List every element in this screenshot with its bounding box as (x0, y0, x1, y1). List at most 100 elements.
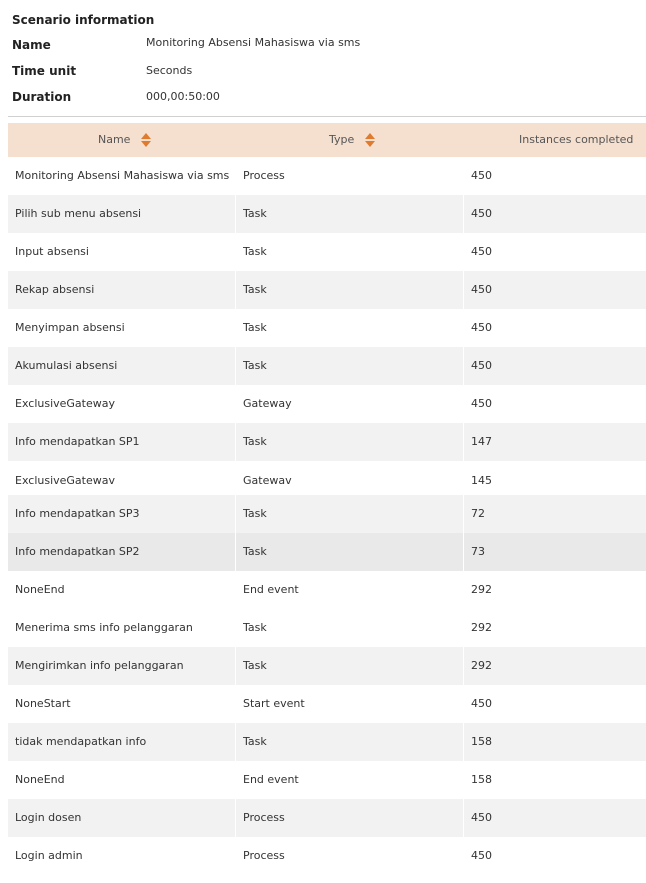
table-row[interactable]: ExclusiveGateway Gateway 450 (8, 385, 646, 423)
table-row[interactable]: NoneEnd End event 292 (8, 571, 646, 609)
sort-icon[interactable] (364, 132, 376, 148)
row-instances: 450 (471, 697, 492, 710)
table-row[interactable]: Info mendapatkan SP2 Task 73 (8, 533, 646, 571)
results-table-header: Name Type Instances completed (8, 123, 646, 181)
column-header-instances[interactable]: Instances completed (519, 123, 646, 181)
column-separator (235, 837, 236, 875)
table-row[interactable]: Rekap absensi Task 450 (8, 271, 646, 309)
column-header-name[interactable]: Name (98, 123, 152, 157)
table-row[interactable]: Info mendapatkan SP3 Task 72 (8, 495, 646, 533)
table-row[interactable]: Mengirimkan info pelanggaran Task 292 (8, 647, 646, 685)
table-row[interactable]: Info mendapatkan SP1 Task 147 (8, 423, 646, 461)
column-separator (463, 799, 464, 837)
scenario-information-title: Scenario information (12, 13, 155, 27)
row-instances: 145 (471, 474, 492, 487)
table-row[interactable]: Pilih sub menu absensi Task 450 (8, 195, 646, 233)
column-header-name-label: Name (98, 133, 131, 146)
row-instances: 158 (471, 773, 492, 786)
row-name: Login admin (15, 849, 83, 862)
row-instances: 450 (471, 849, 492, 862)
column-separator (235, 799, 236, 837)
table-row[interactable]: Menyimpan absensi Task 450 (8, 309, 646, 347)
table-row[interactable]: Akumulasi absensi Task 450 (8, 347, 646, 385)
column-separator (235, 533, 236, 571)
column-separator (463, 571, 464, 609)
row-name: Info mendapatkan SP2 (15, 545, 140, 558)
sort-icon[interactable] (140, 132, 152, 148)
table-row[interactable]: NoneStart Start event 450 (8, 685, 646, 723)
column-separator (463, 837, 464, 875)
row-name: NoneStart (15, 697, 71, 710)
row-name: ExclusiveGateway (15, 397, 115, 410)
row-type: Task (243, 507, 267, 520)
column-separator (463, 157, 464, 195)
row-instances: 73 (471, 545, 485, 558)
column-separator (235, 685, 236, 723)
column-separator (463, 423, 464, 461)
row-type: Task (243, 659, 267, 672)
column-separator (463, 271, 464, 309)
row-instances: 147 (471, 435, 492, 448)
row-instances: 450 (471, 397, 492, 410)
column-separator (463, 461, 464, 495)
column-separator (235, 461, 236, 495)
row-name: Info mendapatkan SP3 (15, 507, 140, 520)
table-row[interactable]: ExclusiveGatewav Gatewav 145 (8, 461, 646, 495)
row-name: NoneEnd (15, 773, 65, 786)
column-separator (235, 723, 236, 761)
row-type: Gatewav (243, 474, 292, 487)
row-type: Process (243, 811, 285, 824)
column-separator (235, 271, 236, 309)
table-row[interactable]: tidak mendapatkan info Task 158 (8, 723, 646, 761)
table-row[interactable]: Login dosen Process 450 (8, 799, 646, 837)
row-instances: 450 (471, 321, 492, 334)
row-instances: 450 (471, 359, 492, 372)
scenario-name-value: Monitoring Absensi Mahasiswa via sms (146, 36, 361, 49)
column-separator (463, 195, 464, 233)
row-instances: 450 (471, 207, 492, 220)
column-separator (235, 157, 236, 195)
scenario-time-unit-row: Time unit Seconds (0, 62, 646, 82)
column-separator (235, 385, 236, 423)
row-name: Menyimpan absensi (15, 321, 125, 334)
scenario-duration-label: Duration (12, 90, 72, 104)
row-type: Task (243, 207, 267, 220)
row-type: Task (243, 245, 267, 258)
scenario-time-unit-value: Seconds (146, 64, 193, 77)
column-separator (463, 385, 464, 423)
row-name: tidak mendapatkan info (15, 735, 147, 748)
scenario-time-unit-label: Time unit (12, 64, 77, 78)
column-separator (235, 423, 236, 461)
row-name: Monitoring Absensi Mahasiswa via sms (15, 169, 230, 182)
info-divider (8, 116, 646, 117)
column-separator (235, 609, 236, 647)
column-separator (463, 647, 464, 685)
column-separator (235, 647, 236, 685)
row-instances: 292 (471, 583, 492, 596)
row-name: Login dosen (15, 811, 82, 824)
table-row[interactable]: Menerima sms info pelanggaran Task 292 (8, 609, 646, 647)
column-separator (463, 609, 464, 647)
table-row[interactable]: Input absensi Task 450 (8, 233, 646, 271)
table-row[interactable]: NoneEnd End event 158 (8, 761, 646, 799)
row-name: Input absensi (15, 245, 89, 258)
scenario-name-row: Name Monitoring Absensi Mahasiswa via sm… (0, 36, 646, 56)
scenario-name-label: Name (12, 38, 51, 52)
row-type: Task (243, 435, 267, 448)
row-name: NoneEnd (15, 583, 65, 596)
scenario-information-panel: Scenario information Name Monitoring Abs… (0, 0, 646, 118)
column-separator (235, 571, 236, 609)
column-header-instances-label: Instances completed (519, 133, 634, 146)
column-separator (463, 347, 464, 385)
row-type: Process (243, 169, 285, 182)
row-type: Task (243, 283, 267, 296)
column-separator (463, 533, 464, 571)
table-row[interactable]: Monitoring Absensi Mahasiswa via sms Pro… (8, 157, 646, 195)
column-separator (235, 233, 236, 271)
scenario-duration-row: Duration 000,00:50:00 (0, 88, 646, 108)
table-row[interactable]: Login admin Process 450 (8, 837, 646, 875)
row-type: End event (243, 583, 299, 596)
row-name: Info mendapatkan SP1 (15, 435, 140, 448)
column-header-type[interactable]: Type (329, 123, 376, 157)
column-separator (463, 309, 464, 347)
